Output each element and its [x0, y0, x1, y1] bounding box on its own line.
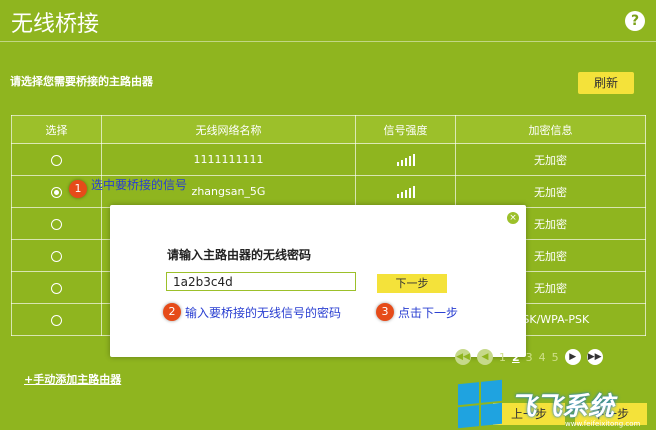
- last-page-icon[interactable]: ▶▶: [586, 349, 603, 365]
- add-router-manually-link[interactable]: +手动添加主路由器: [24, 371, 121, 387]
- row-select-cell: [11, 303, 102, 336]
- annotation-3-text: 点击下一步: [398, 306, 459, 320]
- page-1[interactable]: 1: [499, 351, 506, 364]
- annotation-1-text: 选中要桥接的信号: [91, 178, 188, 192]
- watermark-url: www.feifeixitong.com: [565, 420, 641, 428]
- row-select-cell: [11, 271, 102, 304]
- table-header-row: 选择 无线网络名称 信号强度 加密信息: [11, 115, 646, 144]
- header-encryption: 加密信息: [455, 115, 646, 144]
- radio-icon[interactable]: [51, 250, 62, 262]
- row-encryption: 无加密: [455, 175, 646, 208]
- annotation-2-badge: 2: [163, 303, 181, 321]
- pagination: ◀◀ ◀ 1 2 3 4 5 ▶ ▶▶: [455, 348, 603, 366]
- annotation-2-text: 输入要桥接的无线信号的密码: [185, 306, 342, 320]
- radio-icon[interactable]: [51, 282, 62, 294]
- header-select: 选择: [11, 115, 102, 144]
- title-divider: [0, 41, 656, 42]
- password-input[interactable]: [166, 272, 356, 291]
- next-page-icon[interactable]: ▶: [564, 349, 581, 365]
- password-dialog: × 请输入主路由器的无线密码 下一步 2 输入要桥接的无线信号的密码 3 点击下…: [110, 205, 526, 357]
- row-select-cell: [11, 239, 102, 272]
- signal-strength-icon: [396, 186, 415, 198]
- first-page-icon[interactable]: ◀◀: [455, 349, 471, 365]
- prev-page-icon[interactable]: ◀: [477, 349, 493, 365]
- row-select-cell: [11, 175, 102, 208]
- row-signal-cell: [355, 175, 456, 208]
- select-router-prompt: 请选择您需要桥接的主路由器: [10, 75, 153, 88]
- help-icon[interactable]: ?: [625, 11, 645, 31]
- header-signal: 信号强度: [355, 115, 456, 144]
- page-title: 无线桥接: [11, 12, 100, 37]
- page-5[interactable]: 5: [552, 351, 559, 364]
- row-select-cell: [11, 143, 102, 176]
- windows-logo-icon: [458, 379, 502, 429]
- annotation-3-badge: 3: [376, 303, 394, 321]
- page-4[interactable]: 4: [539, 351, 546, 364]
- header-ssid: 无线网络名称: [101, 115, 356, 144]
- annotation-1-badge: 1: [69, 180, 87, 198]
- page-2[interactable]: 2: [512, 351, 520, 364]
- page-3[interactable]: 3: [526, 351, 533, 364]
- radio-selected-icon[interactable]: [51, 186, 62, 198]
- dialog-next-button[interactable]: 下一步: [377, 274, 447, 293]
- dialog-title: 请输入主路由器的无线密码: [167, 248, 312, 262]
- row-signal-cell: [355, 143, 456, 176]
- row-encryption: 无加密: [455, 143, 646, 176]
- signal-strength-icon: [396, 154, 415, 166]
- close-icon[interactable]: ×: [507, 212, 519, 224]
- radio-icon[interactable]: [51, 314, 62, 326]
- row-ssid: 1111111111: [101, 143, 356, 176]
- radio-icon[interactable]: [51, 218, 62, 230]
- row-select-cell: [11, 207, 102, 240]
- table-row[interactable]: 1111111111 无加密: [11, 143, 646, 176]
- watermark-text: 飞飞系统: [510, 391, 615, 422]
- refresh-button[interactable]: 刷新: [578, 72, 634, 94]
- radio-icon[interactable]: [51, 154, 62, 166]
